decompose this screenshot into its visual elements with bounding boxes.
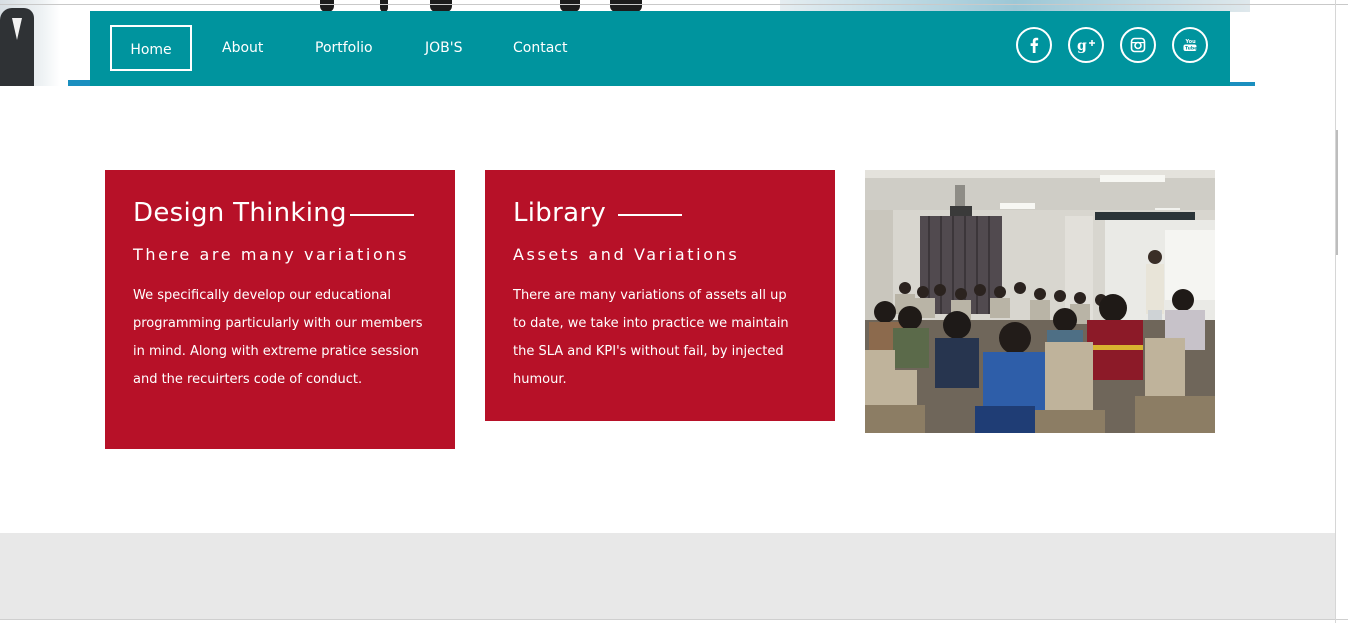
hero-accent-right [1229, 82, 1255, 86]
nav-contact[interactable]: Contact [513, 25, 567, 71]
card-body: There are many variations of assets all … [513, 288, 789, 387]
facebook-icon[interactable] [1016, 27, 1052, 63]
hero-accent-left [68, 80, 90, 86]
card-library: Library Assets and Variations There are … [485, 170, 835, 421]
card-subtitle: There are many variations [133, 245, 410, 264]
svg-text:You: You [1185, 39, 1197, 45]
scrollbar-track[interactable] [1335, 0, 1336, 623]
nav-jobs[interactable]: JOB'S [425, 25, 463, 71]
card-title: Library [513, 198, 682, 228]
card-subtitle: Assets and Variations [513, 245, 740, 264]
svg-text:g: g [1077, 38, 1087, 53]
nav-portfolio[interactable]: Portfolio [315, 25, 373, 71]
top-divider [0, 4, 1348, 5]
footer-band [0, 533, 1336, 619]
card-title: Design Thinking [133, 198, 414, 228]
title-rule [349, 213, 414, 216]
youtube-icon[interactable]: You Tube [1172, 27, 1208, 63]
svg-text:Tube: Tube [1185, 46, 1197, 52]
instagram-icon[interactable] [1120, 27, 1156, 63]
bottom-divider [0, 619, 1348, 620]
card-design-thinking: Design Thinking There are many variation… [105, 170, 455, 449]
nav-home[interactable]: Home [110, 25, 192, 71]
title-rule [617, 213, 682, 216]
nav-about[interactable]: About [222, 25, 263, 71]
card-body: We specifically develop our educational … [133, 288, 423, 387]
scrollbar-thumb[interactable] [1336, 130, 1338, 255]
classroom-photo [865, 170, 1215, 433]
google-plus-icon[interactable]: g [1068, 27, 1104, 63]
hero-person-image [0, 0, 60, 86]
main-navbar: Home About Portfolio JOB'S Contact g You… [90, 11, 1230, 86]
